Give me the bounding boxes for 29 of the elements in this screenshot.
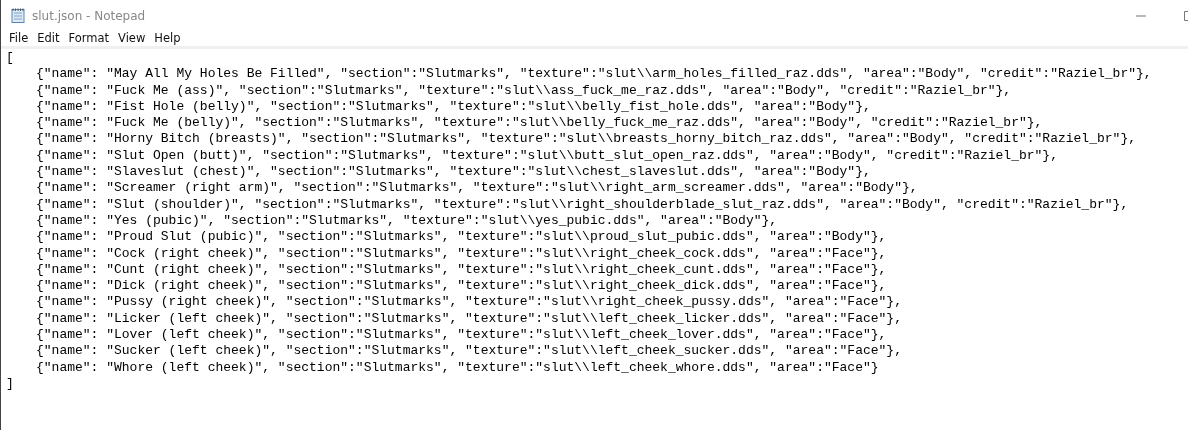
menu-item[interactable]: Help bbox=[152, 31, 188, 45]
notepad-icon bbox=[10, 7, 26, 24]
code-line: {"name": "May All My Holes Be Filled", "section":"Slutmarks", "texture":"slut\\arm_holes_filled_raz.dds", "area":"Body", "credit":"Raziel_br"}, bbox=[36, 66, 1152, 83]
code-line: {"name": "Cock (right cheek)", "section":"Slutmarks", "texture":"slut\\right_cheek_cock.dds", "area":"Face"}, bbox=[36, 245, 887, 262]
code-line: {"name": "Fuck Me (belly)", "section":"Slutmarks", "texture":"slut\\belly_fuck_me_raz.dds", "area":"Body", "credit":"Raziel_br"}, bbox=[36, 115, 1043, 132]
code-line: {"name": "Horny Bitch (breasts)", "section":"Slutmarks", "texture":"slut\\breasts_horny_bitch_raz.dds", "area":"Body", "credit":"Raziel_br"}, bbox=[36, 131, 1136, 148]
menu-item[interactable]: View bbox=[116, 31, 153, 45]
code-line: {"name": "Licker (left cheek)", "section":"Slutmarks", "texture":"slut\\left_cheek_licker.dds", "area":"Face"}, bbox=[36, 310, 902, 328]
menu-item[interactable]: Edit bbox=[35, 31, 67, 45]
code-line: {"name": "Slut Open (butt)", "section":"Slutmarks", "texture":"slut\\butt_slut_open_raz.dds", "area":"Body", "credit":"Raziel_br"}, bbox=[36, 147, 1058, 165]
code-line: {"name": "Whore (left cheek)", "section":"Slutmarks", "texture":"slut\\left_cheek_whore.dds", "area":"Face"} bbox=[36, 359, 879, 376]
code-line: {"name": "Yes (pubic)", "section":"Slutmarks", "texture":"slut\\yes_pubic.dds", "area":"Body"}, bbox=[36, 212, 778, 230]
window-title: slut.json - Notepad bbox=[32, 8, 146, 23]
code-line: {"name": "Proud Slut (pubic)", "section":"Slutmarks", "texture":"slut\\proud_slut_pubic.dds", "area":"Body"}, bbox=[36, 229, 887, 246]
code-line: ] bbox=[6, 375, 14, 393]
code-line: {"name": "Fuck Me (ass)", "section":"Slutmarks", "texture":"slut\\ass_fuck_me_raz.dds", "area":"Body", "credit":"Raziel_br"}, bbox=[36, 82, 1012, 99]
menu-item[interactable]: File bbox=[7, 31, 36, 45]
code-line: {"name": "Cunt (right cheek)", "section":"Slutmarks", "texture":"slut\\right_cheek_cunt.dds", "area":"Face"}, bbox=[36, 261, 887, 279]
code-line: {"name": "Lover (left cheek)", "section":"Slutmarks", "texture":"slut\\left_cheek_lover.dds", "area":"Face"}, bbox=[36, 327, 887, 344]
code-line: {"name": "Sucker (left cheek)", "section":"Slutmarks", "texture":"slut\\left_cheek_sucker.dds", "area":"Face"}, bbox=[36, 343, 902, 360]
code-line: {"name": "Screamer (right arm)", "section":"Slutmarks", "texture":"slut\\right_arm_screamer.dds", "area":"Body"}, bbox=[36, 180, 918, 197]
code-line: {"name": "Fist Hole (belly)", "section":"Slutmarks", "texture":"slut\\belly_fist_hole.dds", "area":"Body"}, bbox=[36, 98, 871, 116]
code-line: {"name": "Slaveslut (chest)", "section":"Slutmarks", "texture":"slut\\chest_slaveslut.dds", "area":"Body"}, bbox=[36, 164, 871, 181]
menu-item[interactable]: Format bbox=[66, 31, 117, 45]
code-line: {"name": "Slut (shoulder)", "section":"Slutmarks", "texture":"slut\\right_shoulderblade_slut_raz.dds", "area":"Body", "credit":"Raziel_br"}, bbox=[36, 196, 1129, 213]
maximize-icon[interactable] bbox=[1184, 10, 1188, 21]
code-line: [ bbox=[6, 50, 14, 67]
code-line: {"name": "Dick (right cheek)", "section":"Slutmarks", "texture":"slut\\right_cheek_dick.dds", "area":"Face"}, bbox=[36, 278, 887, 295]
code-line: {"name": "Pussy (right cheek)", "section":"Slutmarks", "texture":"slut\\right_cheek_pussy.dds", "area":"Face"}, bbox=[36, 294, 902, 311]
